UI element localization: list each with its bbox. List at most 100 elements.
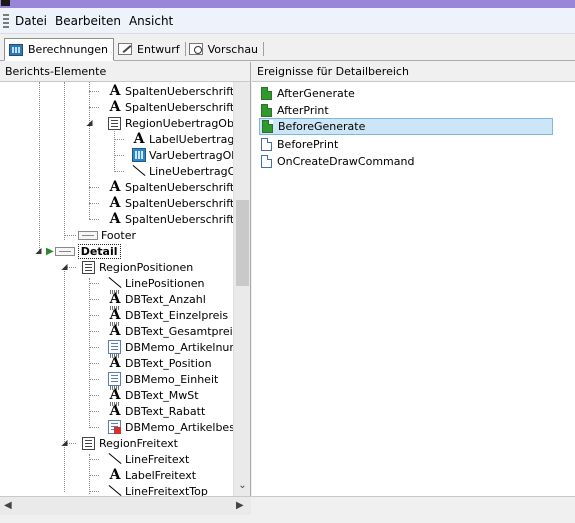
region-icon: [82, 436, 95, 450]
menu-bearbeiten[interactable]: Bearbeiten: [51, 8, 125, 34]
tree-item-label: DBText_Position: [125, 356, 212, 370]
tree-item[interactable]: DBMemo_Artikelnumm: [108, 339, 233, 355]
tree-item-label: Detail: [77, 243, 121, 259]
tree-item-label: RegionPositionen: [99, 260, 194, 274]
tab-label: Entwurf: [137, 42, 180, 56]
event-item-beforeprint[interactable]: BeforePrint: [259, 136, 338, 153]
event-set-icon: [261, 87, 272, 100]
memo-icon: [108, 340, 121, 354]
band-icon: [78, 230, 98, 240]
scroll-right-icon[interactable]: ▶: [236, 500, 244, 511]
dbtext-icon: A: [109, 386, 121, 403]
scrollbar-thumb[interactable]: [236, 200, 249, 286]
line-icon: [132, 164, 146, 178]
event-label: OnCreateDrawCommand: [277, 155, 415, 168]
menu-datei[interactable]: Datei: [11, 8, 51, 34]
event-item-afterprint[interactable]: AfterPrint: [259, 102, 329, 119]
event-empty-icon: [261, 138, 272, 151]
tree-item[interactable]: RegionFreitext: [82, 435, 178, 451]
tree-item[interactable]: DBMemo_Artikelbesch: [108, 419, 233, 435]
event-set-icon: [261, 104, 272, 117]
scroll-left-icon[interactable]: ◀: [4, 500, 12, 511]
event-label: AfterPrint: [277, 104, 329, 117]
event-label: AfterGenerate: [277, 87, 355, 100]
text-a-icon: A: [109, 83, 121, 99]
tree-item-label: DBMemo_Artikelnumm: [125, 340, 233, 354]
tab-entwurf[interactable]: Entwurf: [114, 38, 186, 60]
tree-item[interactable]: A SpaltenUeberschrift_E: [108, 99, 233, 115]
tree-item-label: RegionUebertragOber: [125, 116, 233, 130]
menu-ansicht[interactable]: Ansicht: [125, 8, 177, 34]
tree-item-label: DBText_Rabatt: [125, 404, 206, 418]
tree-item-label: DBText_Einzelpreis: [125, 308, 229, 322]
tree-item[interactable]: A DBText_Gesamtpreis: [108, 322, 233, 339]
dbtext-icon: A: [109, 306, 121, 323]
text-a-icon: A: [109, 179, 121, 195]
tree-item-label: SpaltenUeberschrift_R: [125, 212, 233, 226]
collapse-toggle-icon[interactable]: ◢: [60, 262, 69, 271]
tree-item[interactable]: A DBText_Anzahl: [108, 290, 206, 307]
tree-item[interactable]: LineFreitextTop: [108, 483, 208, 497]
tree-item[interactable]: A SpaltenUeberschrift_R: [108, 211, 233, 227]
collapse-toggle-icon[interactable]: ◢: [60, 438, 69, 447]
tree-item[interactable]: A DBText_Einzelpreis: [108, 306, 229, 323]
tab-berechnungen[interactable]: Berechnungen: [4, 38, 115, 61]
tree-item-label: Footer: [101, 228, 136, 242]
region-icon: [82, 260, 95, 274]
tree-item-label: LineFreitextTop: [125, 484, 208, 497]
tree-item[interactable]: RegionUebertragOber: [108, 115, 233, 131]
tab-bar: Berechnungen Entwurf Vorschau: [0, 35, 575, 61]
text-a-icon: A: [133, 131, 145, 147]
event-item-aftergenerate[interactable]: AfterGenerate: [259, 85, 355, 102]
collapse-toggle-icon[interactable]: ◢: [34, 246, 43, 255]
scroll-down-icon[interactable]: ⌄: [236, 480, 249, 492]
tree-horizontal-scrollbar[interactable]: ◀ ▶: [0, 497, 251, 515]
tree-vertical-scrollbar[interactable]: ⌄: [233, 82, 250, 496]
tree-item-label: DBMemo_Einheit: [125, 372, 219, 386]
tree-item[interactable]: LinePositionen: [108, 275, 205, 291]
tree-item-label: LabelUebertragO: [149, 132, 233, 146]
tree-item-detail[interactable]: ▶ Detail: [46, 243, 121, 259]
tree-item-label: SpaltenUeberschrift_A: [125, 84, 233, 98]
dbtext-icon: A: [109, 290, 121, 307]
text-a-icon: A: [109, 99, 121, 115]
tree-item[interactable]: A DBText_Rabatt: [108, 402, 206, 419]
tree-item[interactable]: Footer: [78, 227, 136, 243]
tree-item-label: SpaltenUeberschrift_E: [125, 100, 233, 114]
tree-item-label: LabelFreitext: [125, 468, 197, 482]
event-item-oncreatedrawcommand[interactable]: OnCreateDrawCommand: [259, 153, 414, 170]
tree-item[interactable]: LineUebertragOb: [132, 163, 233, 179]
events-header: Ereignisse für Detailbereich: [252, 62, 575, 82]
tree-item-label: DBText_Gesamtpreis: [125, 324, 233, 338]
tree-item[interactable]: LineFreitext: [108, 451, 189, 467]
tree-item[interactable]: A LabelFreitext: [108, 467, 196, 483]
collapse-toggle-icon[interactable]: ◢: [85, 118, 94, 127]
tree-item-label: DBText_MwSt: [125, 388, 199, 402]
preview-icon: [188, 43, 203, 55]
event-empty-icon: [261, 155, 272, 168]
app-icon: [1, 0, 10, 6]
tree-item[interactable]: VarUebertragObe: [132, 147, 233, 163]
tree-item[interactable]: A SpaltenUeberschrift_A: [108, 83, 233, 99]
dbtext-icon: A: [109, 354, 121, 371]
tab-vorschau[interactable]: Vorschau: [185, 38, 265, 60]
tree-item[interactable]: A DBText_MwSt: [108, 386, 199, 403]
text-a-icon: A: [109, 211, 121, 227]
memo-red-icon: [108, 420, 121, 434]
tree-item[interactable]: DBMemo_Einheit: [108, 371, 218, 387]
calculator-icon: [9, 43, 23, 56]
tree-item[interactable]: RegionPositionen: [82, 259, 193, 275]
tree-item-label: DBText_Anzahl: [125, 292, 206, 306]
event-item-beforegenerate[interactable]: BeforeGenerate: [259, 118, 553, 135]
tree-item[interactable]: A SpaltenUeberschrift_F: [108, 179, 233, 195]
dbtext-icon: A: [109, 322, 121, 339]
report-elements-header: Berichts-Elemente: [0, 62, 250, 82]
tree-item-label: LineFreitext: [125, 452, 190, 466]
tree-item[interactable]: A SpaltenUeberschrift_M: [108, 195, 233, 211]
tree-item[interactable]: A DBText_Position: [108, 354, 212, 371]
line-icon: [108, 452, 122, 466]
report-elements-panel: Berichts-Elemente A SpaltenUeberschrift …: [0, 62, 251, 496]
toolbar-grip-icon[interactable]: [3, 13, 9, 28]
tree-item-label: VarUebertragObe: [149, 148, 233, 162]
tree-item[interactable]: A LabelUebertragO: [132, 131, 233, 147]
